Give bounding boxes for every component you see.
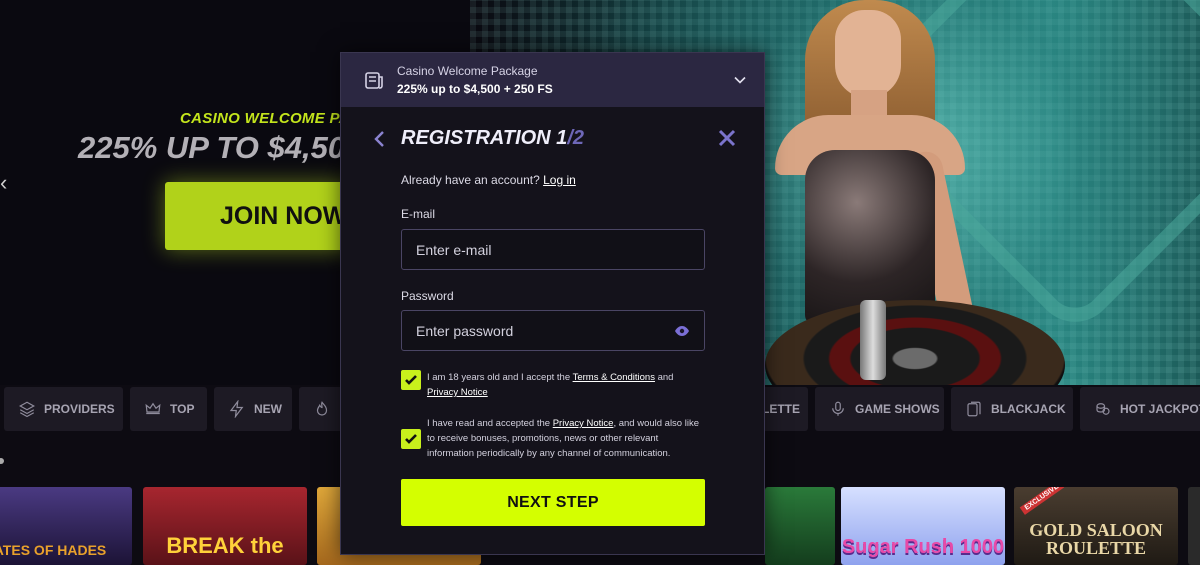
eye-icon[interactable] <box>674 323 690 339</box>
category-label: GAME SHOWS <box>855 402 940 416</box>
welcome-package-selector[interactable]: Casino Welcome Package 225% up to $4,500… <box>341 53 764 107</box>
email-field[interactable] <box>416 241 690 258</box>
flame-icon <box>313 400 331 418</box>
game-tile[interactable] <box>765 487 835 565</box>
registration-modal: Casino Welcome Package 225% up to $4,500… <box>340 52 765 555</box>
package-value: 225% up to $4,500 + 250 FS <box>397 82 553 96</box>
category-providers[interactable]: PROVIDERS <box>4 387 123 431</box>
category-label: TOP <box>170 402 195 416</box>
exclusive-badge: EXCLUSIVE <box>1019 487 1064 515</box>
marketing-privacy-link[interactable]: Privacy Notice <box>553 418 614 429</box>
marketing-consent-text: I have read and accepted the Privacy Not… <box>427 418 699 459</box>
package-title: Casino Welcome Package <box>397 64 538 78</box>
email-field-wrapper <box>401 229 705 270</box>
join-now-button[interactable]: JOIN NOW <box>165 182 355 250</box>
category-label: LETTE <box>762 402 800 416</box>
registration-step-total: /2 <box>567 127 584 149</box>
terms-consent-text: I am 18 years old and I accept the Terms… <box>427 372 674 398</box>
roulette-spindle <box>860 300 886 380</box>
privacy-notice-link[interactable]: Privacy Notice <box>427 387 488 398</box>
category-blackjack[interactable]: BLACKJACK <box>951 387 1073 431</box>
game-title: ATES OF HADES <box>0 542 107 558</box>
microphone-icon <box>829 400 847 418</box>
game-title: GOLD SALOON ROULETTE <box>1029 520 1163 558</box>
crown-icon <box>144 400 162 418</box>
terms-conditions-link[interactable]: Terms & Conditions <box>573 372 655 383</box>
registration-title: REGISTRATION 1/2 <box>401 127 584 149</box>
category-label: NEW <box>254 402 282 416</box>
game-title: BREAK the <box>166 533 284 558</box>
chevron-down-icon[interactable] <box>730 70 750 90</box>
category-hot-jackpot[interactable]: HOT JACKPOT <box>1080 387 1200 431</box>
terms-checkbox[interactable] <box>401 370 421 390</box>
category-label: BLACKJACK <box>991 402 1066 416</box>
next-step-button[interactable]: NEXT STEP <box>401 479 705 526</box>
layers-icon <box>18 400 36 418</box>
cards-icon <box>965 400 983 418</box>
game-tile[interactable]: Sugar Rush 1000 <box>841 487 1005 565</box>
game-tile[interactable] <box>1188 487 1200 565</box>
category-label: PROVIDERS <box>44 402 115 416</box>
back-arrow-icon[interactable] <box>371 129 387 149</box>
category-new[interactable]: NEW <box>214 387 292 431</box>
terms-consent-row: I am 18 years old and I accept the Terms… <box>401 370 705 400</box>
coins-icon <box>1094 400 1112 418</box>
hero-promo-title: 225% UP TO $4,50 <box>78 130 346 165</box>
login-prompt: Already have an account? Log in <box>401 173 576 187</box>
marketing-consent-row: I have read and accepted the Privacy Not… <box>401 416 705 461</box>
password-field-wrapper <box>401 310 705 351</box>
hero-promo-subtitle: CASINO WELCOME PAC <box>180 110 361 127</box>
email-label: E-mail <box>401 207 436 221</box>
registration-header: REGISTRATION 1/2 <box>341 107 764 171</box>
pagination-dot[interactable] <box>0 458 4 464</box>
casino-page: ‹ CASINO WELCOME PAC 225% UP TO $4,50 JO… <box>0 0 1200 565</box>
category-label: HOT JACKPOT <box>1120 402 1200 416</box>
game-tile[interactable]: ATES OF HADES <box>0 487 132 565</box>
game-tile[interactable]: BREAK the <box>143 487 307 565</box>
game-tile[interactable]: EXCLUSIVE GOLD SALOON ROULETTE <box>1014 487 1178 565</box>
login-link[interactable]: Log in <box>543 173 576 187</box>
marketing-checkbox[interactable] <box>401 429 421 449</box>
game-title: Sugar Rush 1000 <box>841 536 1005 558</box>
lightning-icon <box>228 400 246 418</box>
password-label: Password <box>401 289 454 303</box>
gift-card-icon <box>363 68 387 92</box>
category-game-shows[interactable]: GAME SHOWS <box>815 387 944 431</box>
close-icon[interactable] <box>717 128 737 148</box>
password-field[interactable] <box>416 322 674 339</box>
category-top[interactable]: TOP <box>130 387 207 431</box>
carousel-prev-icon[interactable]: ‹ <box>0 170 7 196</box>
